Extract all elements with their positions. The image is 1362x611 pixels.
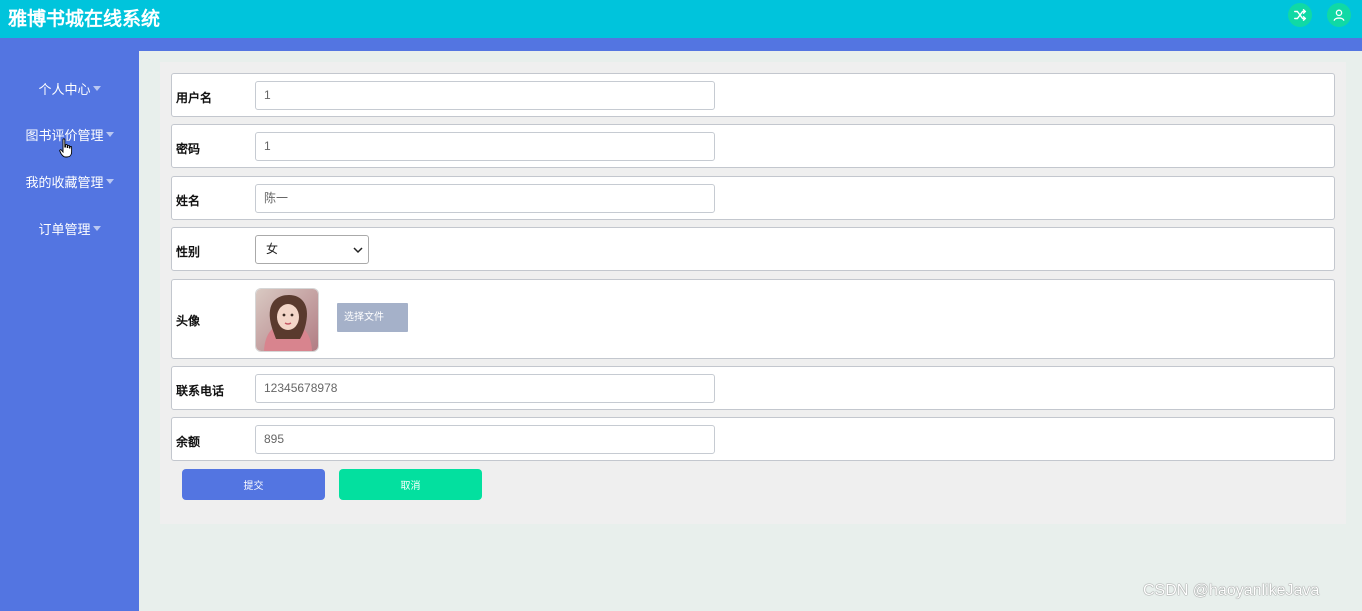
gender-label: 性别 [176, 245, 201, 259]
cancel-button[interactable]: 取消 [339, 469, 482, 500]
chevron-down-icon [92, 86, 101, 91]
submit-button[interactable]: 提交 [182, 469, 325, 500]
form-row-phone: 联系电话 12345678978 [171, 366, 1335, 410]
user-icon[interactable] [1327, 3, 1351, 27]
app-title: 雅博书城在线系统 [8, 9, 161, 30]
sidebar-item-favorites[interactable]: 我的收藏管理 [0, 170, 139, 192]
form-row-balance: 余额 895 [171, 417, 1335, 461]
phone-input[interactable]: 12345678978 [255, 374, 715, 403]
form-row-name: 姓名 陈一 [171, 176, 1335, 220]
header-strip [0, 38, 1362, 51]
phone-label: 联系电话 [176, 384, 225, 398]
shuffle-icon[interactable] [1288, 3, 1312, 27]
hand-cursor-icon [59, 138, 73, 158]
name-input[interactable]: 陈一 [255, 184, 715, 213]
sidebar: 个人中心 图书评价管理 我的收藏管理 订单管理 [0, 38, 139, 611]
username-label: 用户名 [176, 91, 213, 105]
avatar-label: 头像 [176, 314, 201, 328]
password-input[interactable]: 1 [255, 132, 715, 161]
choose-file-button[interactable]: 选择文件 [337, 303, 408, 332]
sidebar-item-personal-center[interactable]: 个人中心 [0, 77, 139, 99]
username-input[interactable]: 1 [255, 81, 715, 110]
chevron-down-icon [353, 247, 363, 254]
sidebar-item-label: 个人中心 [38, 81, 91, 97]
chevron-down-icon [92, 226, 101, 231]
form-row-password: 密码 1 [171, 124, 1335, 168]
chevron-down-icon [105, 179, 114, 184]
password-label: 密码 [176, 142, 201, 156]
watermark: CSDN @haoyanlikeJava [1143, 582, 1320, 599]
gender-select[interactable]: 女 [255, 235, 369, 264]
balance-label: 余额 [176, 435, 201, 449]
sidebar-item-label: 订单管理 [38, 221, 91, 237]
sidebar-item-label: 我的收藏管理 [25, 174, 104, 190]
form-row-username: 用户名 1 [171, 73, 1335, 117]
chevron-down-icon [105, 132, 114, 137]
form-row-gender: 性别 女 [171, 227, 1335, 271]
avatar-image [255, 288, 319, 352]
name-label: 姓名 [176, 194, 201, 208]
top-bar: 雅博书城在线系统 [0, 0, 1362, 38]
gender-selected-value: 女 [266, 242, 279, 256]
form-row-avatar: 头像 选择文件 [171, 279, 1335, 359]
sidebar-item-orders[interactable]: 订单管理 [0, 217, 139, 239]
balance-input[interactable]: 895 [255, 425, 715, 454]
